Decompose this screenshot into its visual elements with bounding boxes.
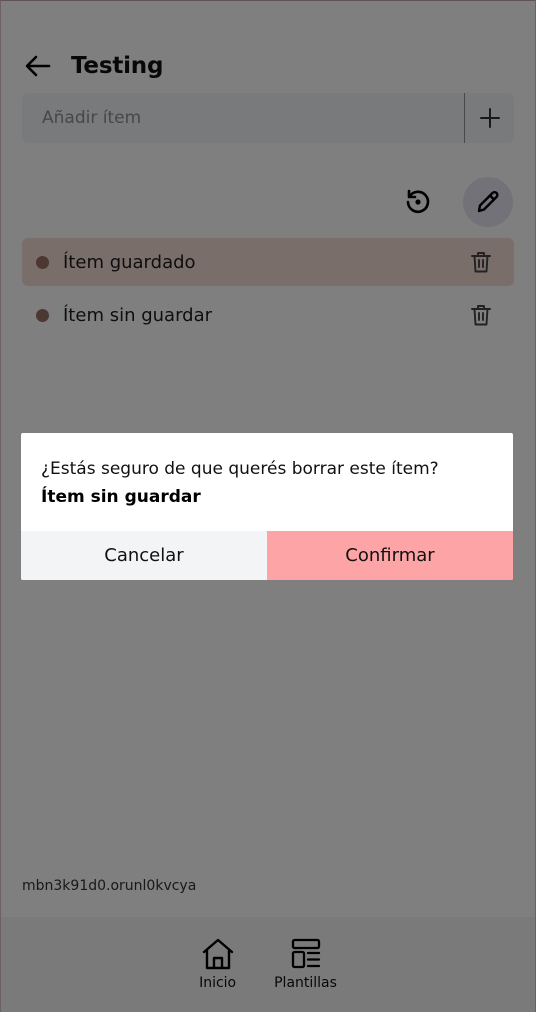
dialog-message: ¿Estás seguro de que querés borrar este … [41,459,439,479]
dialog-item-name: Ítem sin guardar [41,487,201,507]
dialog-actions: Cancelar Confirmar [21,531,513,580]
dialog-body: ¿Estás seguro de que querés borrar este … [21,433,513,531]
confirm-button[interactable]: Confirmar [267,531,513,580]
confirm-delete-dialog: ¿Estás seguro de que querés borrar este … [21,433,513,580]
cancel-button[interactable]: Cancelar [21,531,267,580]
